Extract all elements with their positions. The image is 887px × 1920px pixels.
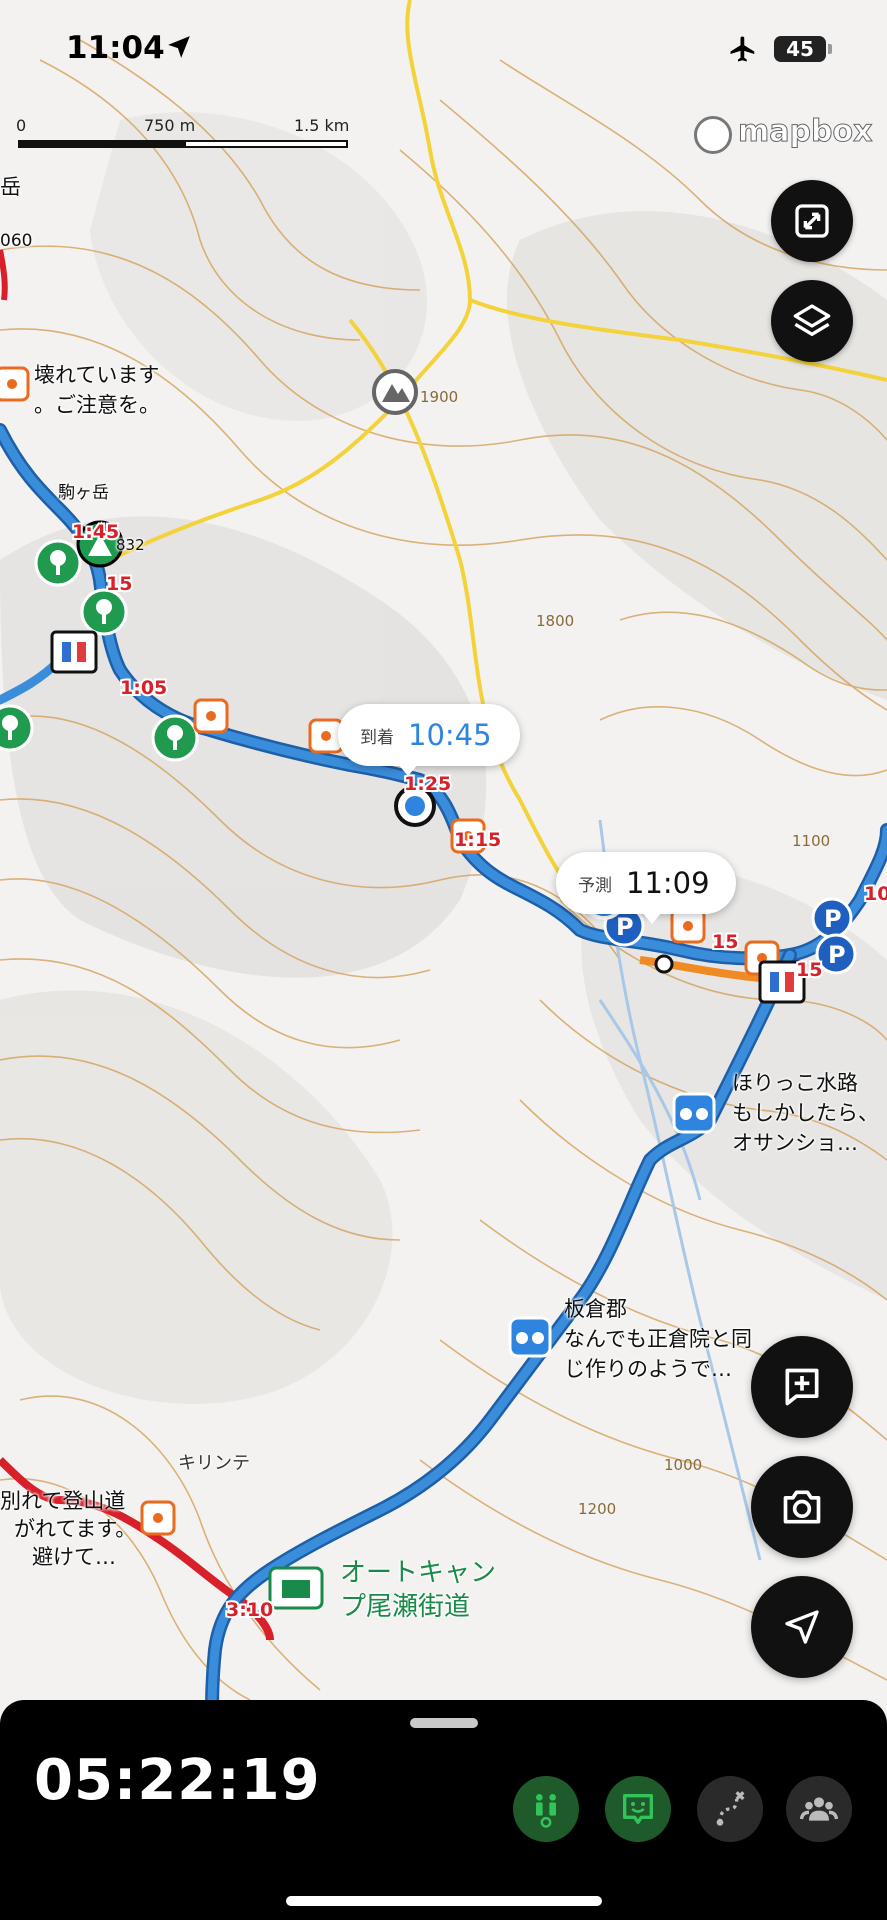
campsite-label-line2: プ尾瀬街道 <box>340 1592 471 1622</box>
route-end-marker <box>654 954 674 974</box>
home-indicator[interactable] <box>286 1896 602 1906</box>
komagatake-label: 駒ヶ岳 <box>58 483 109 503</box>
route-time-label: 3:10 <box>226 1599 273 1621</box>
layers-icon <box>793 304 831 336</box>
flower-icon[interactable] <box>80 588 128 636</box>
arrival-label: 到着 <box>360 727 394 748</box>
itakura-label-line1: 板倉郡 <box>564 1297 627 1321</box>
add-comment-icon <box>785 1368 819 1406</box>
svg-text:1800: 1800 <box>536 612 574 630</box>
panel-grabber[interactable] <box>410 1718 478 1728</box>
scale-label: 750 m <box>144 116 196 135</box>
hazard-icon[interactable] <box>0 366 30 402</box>
hazard-icon[interactable] <box>193 698 229 734</box>
svg-text:1900: 1900 <box>420 388 458 406</box>
route-off-toggle[interactable] <box>697 1776 763 1842</box>
peak-icon[interactable] <box>372 369 418 415</box>
elevation-label: 060 <box>0 231 33 251</box>
flower-icon[interactable] <box>0 704 34 752</box>
route-off-icon <box>716 1791 745 1826</box>
kirinte-label: キリンテ <box>178 1453 250 1474</box>
hazard-icon[interactable] <box>670 908 706 944</box>
camera-button[interactable] <box>751 1456 853 1558</box>
parking-icon[interactable]: P <box>815 933 857 975</box>
hazard-icon[interactable] <box>140 1500 176 1536</box>
status-bar: 11:04 45 <box>0 0 887 100</box>
route-time-label: 15 <box>106 573 132 595</box>
route-time-label: 15 <box>796 959 822 981</box>
route-time-label: 1:15 <box>454 829 501 851</box>
itakura-label-line2: なんでも正倉院と同 <box>564 1327 752 1351</box>
toilet-icon[interactable] <box>50 630 98 674</box>
note-broken-line1: 壊れています <box>34 363 160 387</box>
memo-toggle[interactable] <box>605 1776 671 1842</box>
svg-text:1000: 1000 <box>664 1456 702 1474</box>
trail-note-line2: がれてます。 <box>14 1517 137 1541</box>
scale-label: 1.5 km <box>294 116 350 135</box>
predicted-time-callout[interactable]: 予測 11:09 <box>556 852 736 924</box>
map-layers-button[interactable] <box>771 280 853 362</box>
horikko-label-line3: オサンショ… <box>732 1131 858 1155</box>
location-arrow-icon <box>168 36 190 58</box>
fit-route-button[interactable] <box>771 180 853 262</box>
scale-bar: 0 750 m 1.5 km <box>16 116 356 156</box>
svg-text:P: P <box>824 905 842 933</box>
mapbox-attribution[interactable]: mapbox <box>737 114 872 150</box>
campsite-label-line1: オートキャン <box>340 1558 497 1588</box>
smile-chat-icon <box>623 1794 653 1824</box>
activity-panel[interactable]: 05:22:19 <box>0 1700 887 1920</box>
parking-icon[interactable]: P <box>811 897 853 939</box>
group-members-toggle[interactable] <box>786 1776 852 1842</box>
elapsed-time: 05:22:19 <box>34 1748 321 1813</box>
water-toilet-toggle[interactable] <box>513 1776 579 1842</box>
arrival-time-callout[interactable]: 到着 10:45 <box>338 704 520 776</box>
add-note-button[interactable] <box>751 1336 853 1438</box>
battery-tip <box>828 44 832 54</box>
svg-text:P: P <box>616 913 634 941</box>
horikko-label-line2: もしかしたら、 <box>732 1101 879 1125</box>
elevation-label: 832 <box>116 536 145 554</box>
recenter-location-button[interactable] <box>751 1576 853 1678</box>
route-time-label: 15 <box>712 931 738 953</box>
note-broken-line2: 。ご注意を。 <box>34 393 160 417</box>
itakura-label-line3: じ作りのようで… <box>564 1357 732 1381</box>
flower-icon[interactable] <box>34 539 82 587</box>
predicted-time: 11:09 <box>626 866 710 900</box>
expand-icon <box>795 204 829 238</box>
binoculars-icon[interactable] <box>508 1316 552 1358</box>
clock: 11:04 <box>66 30 165 66</box>
svg-text:1200: 1200 <box>578 1500 616 1518</box>
scale-label: 0 <box>16 116 27 135</box>
navigation-arrow-icon <box>785 1610 819 1644</box>
battery-indicator: 45 <box>774 36 826 62</box>
route-time-label: 10 <box>864 883 887 905</box>
group-icon <box>799 1797 839 1821</box>
campsite-icon[interactable] <box>268 1566 324 1610</box>
route-time-label: 1:05 <box>120 677 167 699</box>
peak-name-partial: 岳 <box>0 175 21 199</box>
binoculars-icon[interactable] <box>672 1092 716 1134</box>
mapbox-logo-icon <box>694 116 732 154</box>
trail-note-line3: 避けて… <box>32 1545 116 1569</box>
people-pin-icon <box>536 1794 556 1828</box>
route-time-label: 1:25 <box>404 773 451 795</box>
predicted-label: 予測 <box>578 875 612 896</box>
horikko-label-line1: ほりっこ水路 <box>732 1071 858 1095</box>
trail-note-line1: 別れて登山道 <box>0 1489 126 1513</box>
route-time-label: 1:45 <box>72 521 119 543</box>
svg-text:1100: 1100 <box>792 832 830 850</box>
camera-icon <box>783 1490 821 1524</box>
airplane-mode-icon <box>730 36 755 62</box>
svg-text:P: P <box>828 941 846 969</box>
arrival-time: 10:45 <box>408 718 492 752</box>
flower-icon[interactable] <box>151 714 199 762</box>
